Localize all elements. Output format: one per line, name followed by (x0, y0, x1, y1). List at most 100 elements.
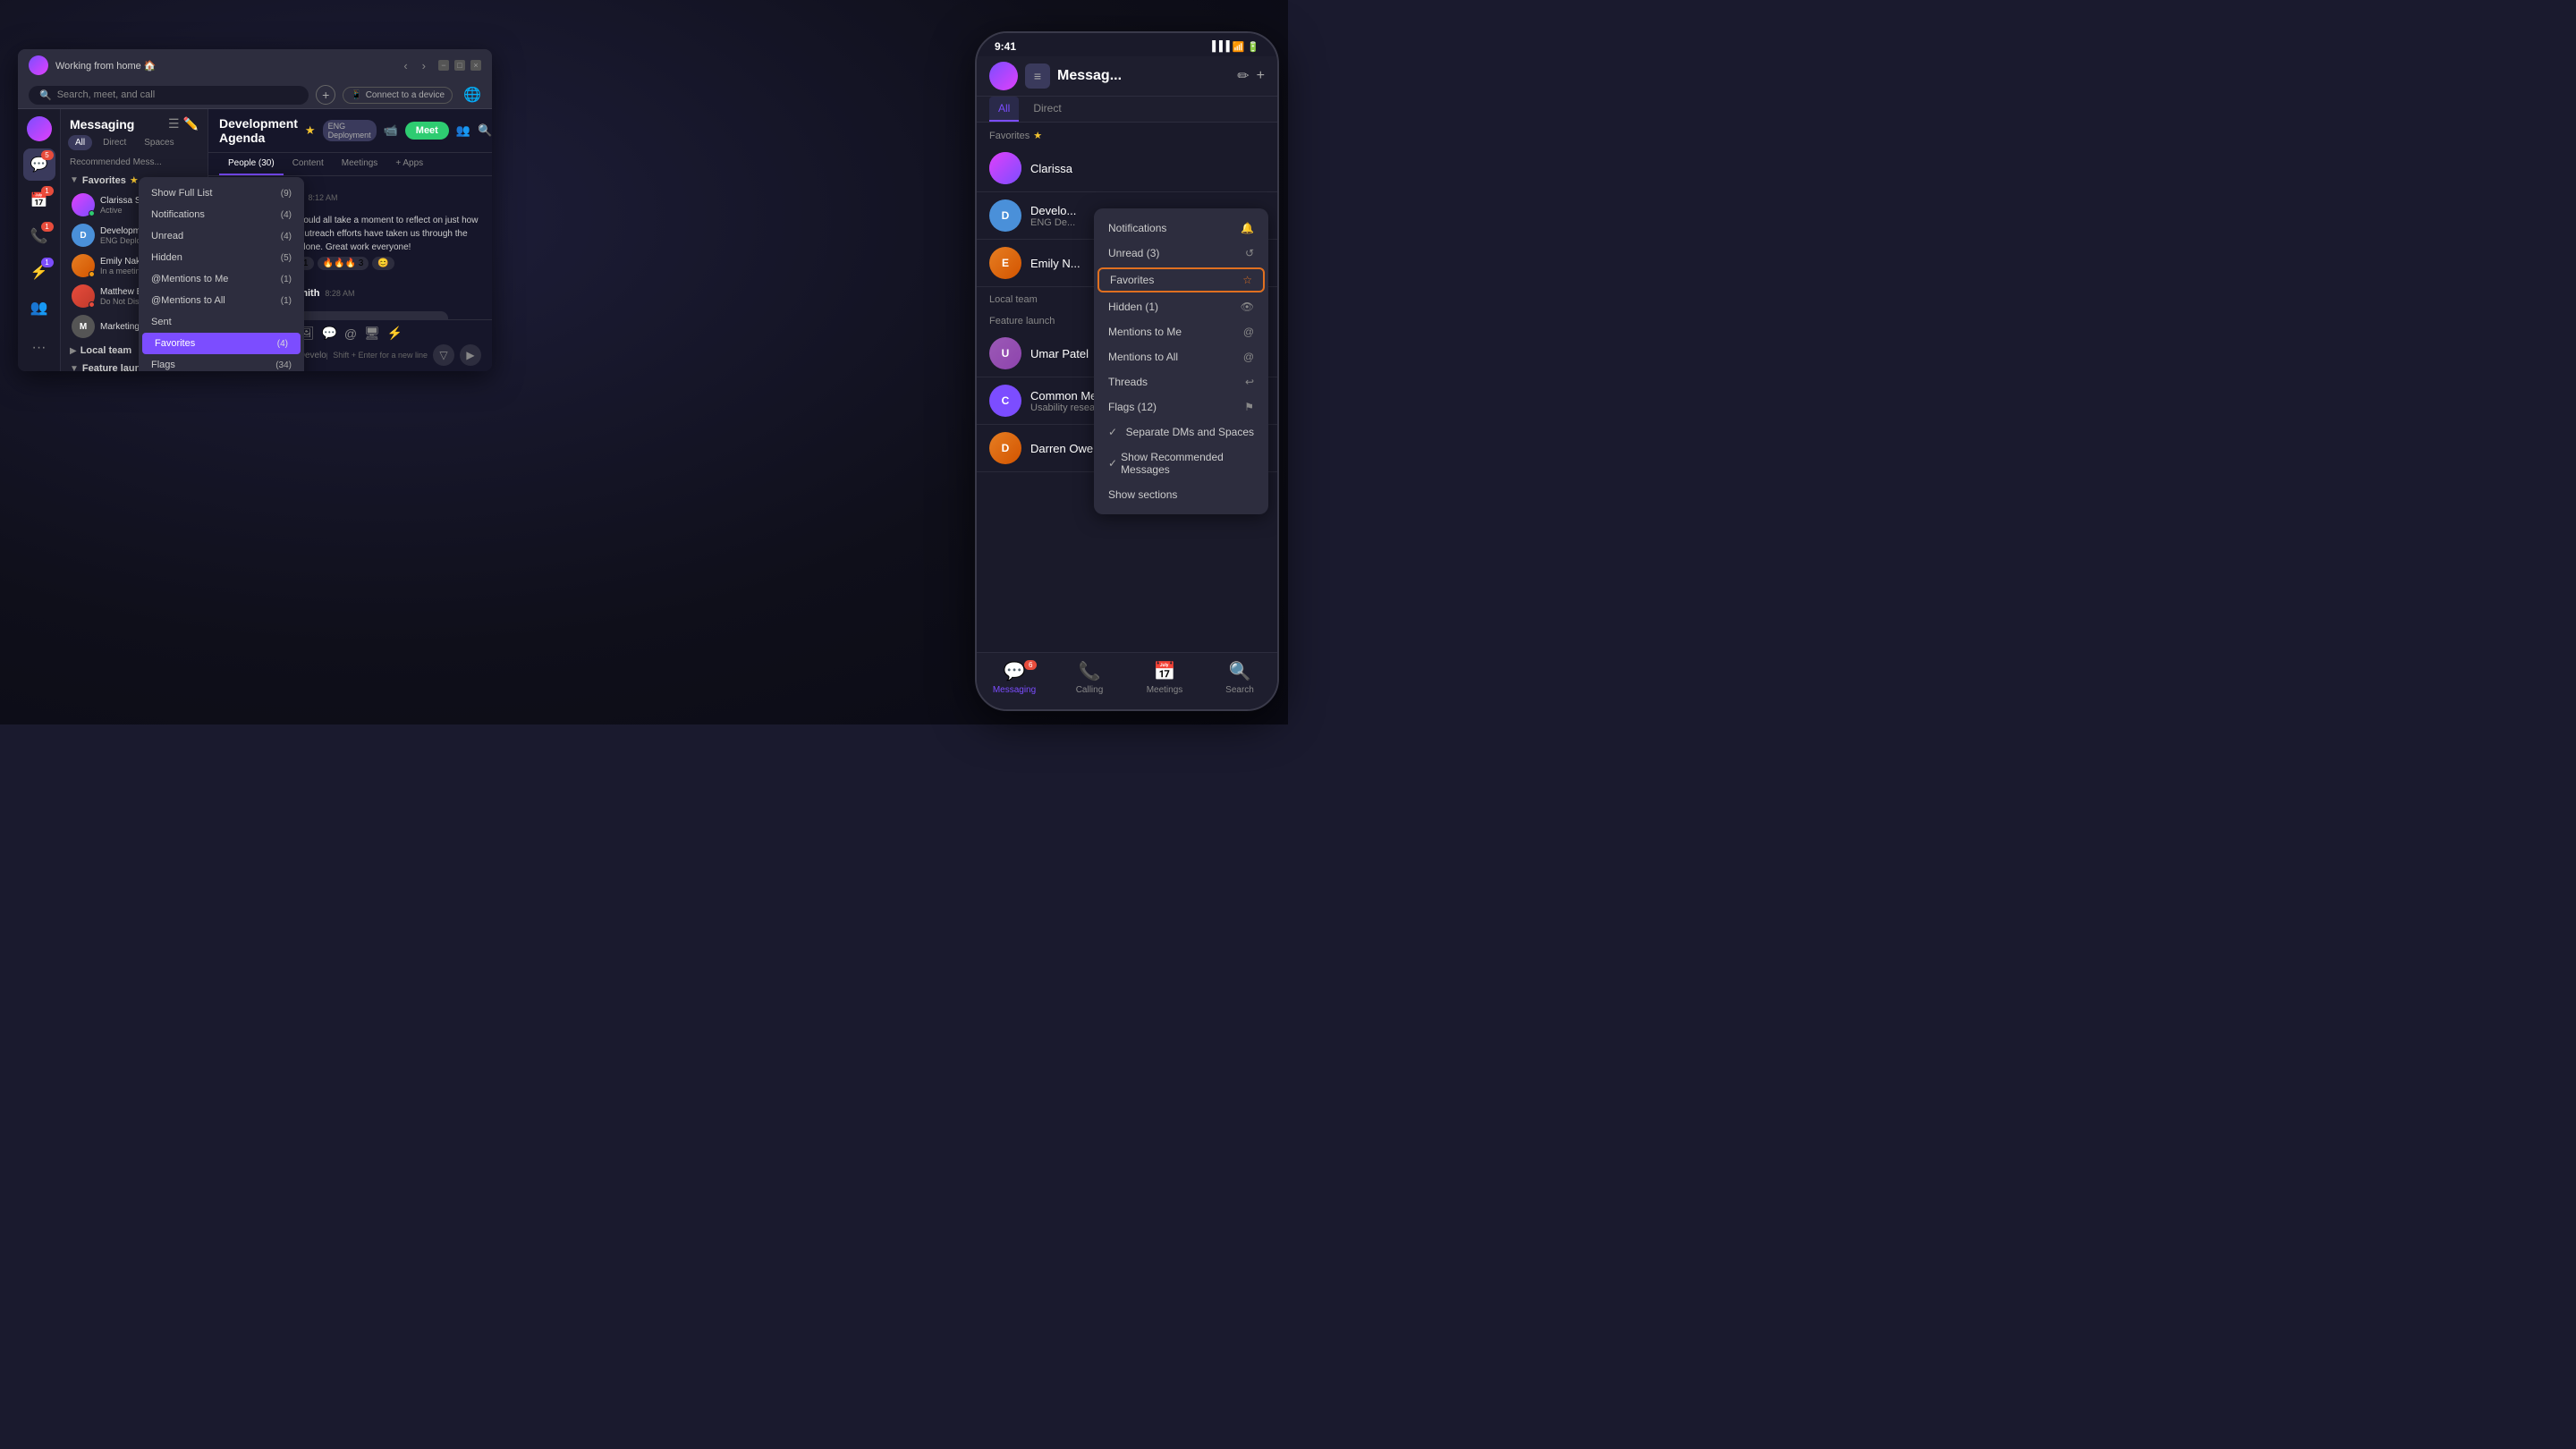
mobile-nav-search[interactable]: 🔍 Search (1202, 660, 1277, 695)
mobile-nav-meetings[interactable]: 📅 Meetings (1127, 660, 1202, 695)
dropdown-mentions-all[interactable]: @Mentions to All (1) (139, 290, 304, 311)
shift-hint: Shift + Enter for a new line (333, 351, 428, 360)
search-chat-icon[interactable]: 🔍 (478, 123, 492, 138)
mobile-clarissa-avatar (989, 152, 1021, 184)
mobile-feature-text: Feature launch (989, 316, 1055, 326)
mentions-me-label: @Mentions to Me (151, 274, 228, 284)
dropdown-mentions-me[interactable]: @Mentions to Me (1) (139, 268, 304, 290)
mobile-dd-notifications[interactable]: Notifications 🔔 (1094, 216, 1268, 241)
mobile-app-title: Messag... (1057, 68, 1230, 84)
subtab-apps[interactable]: + Apps (386, 153, 432, 175)
mobile-unread-icon: ↺ (1245, 247, 1254, 259)
window-controls: − □ × (438, 60, 481, 71)
marketing-avatar: M (72, 315, 95, 338)
subtab-content[interactable]: Content (284, 153, 333, 175)
mobile-dd-flags[interactable]: Flags (12) ⚑ (1094, 394, 1268, 419)
mobile-edit-icon[interactable]: ✏ (1237, 67, 1249, 85)
status-dot-active (89, 210, 95, 216)
mobile-dd-mentions-all[interactable]: Mentions to All @ (1094, 344, 1268, 369)
user-avatar[interactable] (27, 116, 52, 141)
connect-device-btn[interactable]: 📱 Connect to a device (343, 87, 453, 104)
desktop-app: Working from home 🏠 ‹ › − □ × 🔍 Search, … (18, 49, 492, 371)
mobile-flags-label: Flags (12) (1108, 401, 1157, 413)
compose-icon[interactable]: ✏️ (183, 116, 199, 131)
rail-messaging[interactable]: 💬 5 (23, 148, 55, 181)
chat-header: Development Agenda ★ ENG Deployment 📹 Me… (208, 109, 492, 153)
mobile-common-avatar: C (989, 385, 1021, 417)
new-chat-btn[interactable]: + (316, 85, 335, 105)
sidebar-tabs: All Direct Spaces (61, 135, 208, 150)
title-bar: Working from home 🏠 ‹ › − □ × (18, 49, 492, 81)
meet-button[interactable]: Meet (405, 122, 449, 140)
screen-share-icon[interactable]: 🖥 (364, 326, 380, 341)
mobile-user-avatar[interactable] (989, 62, 1018, 90)
dropdown-flags[interactable]: Flags (34) (139, 354, 304, 371)
mobile-tab-all[interactable]: All (989, 97, 1019, 122)
messaging-badge: 5 (41, 150, 54, 160)
mobile-search-label: Search (1225, 685, 1254, 695)
more-tools-icon[interactable]: ⚡ (387, 326, 402, 341)
mobile-dd-favorites[interactable]: Favorites ☆ (1097, 267, 1265, 292)
rail-calendar[interactable]: 📅 1 (23, 184, 55, 216)
mobile-app: 9:41 ▐▐▐ 📶 🔋 ≡ Messag... ✏ + All Direct … (975, 31, 1279, 711)
participants-icon[interactable]: 👥 (456, 123, 470, 138)
rail-teams[interactable]: 👥 (23, 292, 55, 324)
mobile-icon-btn[interactable]: ≡ (1025, 64, 1050, 89)
dropdown-unread[interactable]: Unread (4) (139, 225, 304, 247)
maximize-btn[interactable]: □ (454, 60, 465, 71)
dropdown-hidden[interactable]: Hidden (5) (139, 247, 304, 268)
feature-launch-arrow: ▼ (70, 364, 79, 372)
show-full-label: Show Full List (151, 188, 212, 199)
forward-btn[interactable]: › (417, 57, 431, 74)
subtab-meetings[interactable]: Meetings (333, 153, 387, 175)
video-icon[interactable]: 📹 (384, 123, 398, 138)
mobile-dd-recommended[interactable]: ✓ Show Recommended Messages (1094, 445, 1268, 482)
filter-icon[interactable]: ☰ (168, 116, 180, 131)
title-bar-avatar (29, 55, 48, 75)
mobile-dd-hidden[interactable]: Hidden (1) 👁 (1094, 294, 1268, 319)
mobile-flags-icon: ⚑ (1244, 401, 1254, 413)
show-full-count: (9) (281, 189, 292, 199)
search-input-wrap[interactable]: 🔍 Search, meet, and call (29, 86, 309, 105)
dropdown-favorites[interactable]: Favorites (4) (142, 333, 301, 354)
rail-more[interactable]: ··· (23, 332, 55, 364)
dropdown-sent[interactable]: Sent (139, 311, 304, 333)
mobile-compose-icon[interactable]: + (1257, 68, 1265, 84)
sticker-icon[interactable]: 💬 (321, 326, 336, 341)
tab-direct[interactable]: Direct (96, 135, 133, 150)
rail-calls[interactable]: 📞 1 (23, 220, 55, 252)
search-placeholder: Search, meet, and call (57, 89, 155, 100)
mobile-nav-messaging[interactable]: 💬 Messaging 6 (977, 660, 1052, 695)
mobile-dd-mentions-me[interactable]: Mentions to Me @ (1094, 319, 1268, 344)
mobile-dd-separate-dms[interactable]: ✓ Separate DMs and Spaces (1094, 419, 1268, 445)
tab-all[interactable]: All (68, 135, 92, 150)
mobile-at-all-icon: @ (1243, 351, 1254, 363)
send-btn[interactable]: ▶ (460, 344, 481, 366)
rail-activity[interactable]: ⚡ 1 (23, 256, 55, 288)
mobile-threads-label: Threads (1108, 376, 1148, 388)
mobile-dd-sections[interactable]: Show sections (1094, 482, 1268, 507)
dropdown-show-full[interactable]: Show Full List (9) (139, 182, 304, 204)
reaction-fire[interactable]: 🔥🔥🔥 3 (318, 257, 369, 270)
tab-spaces[interactable]: Spaces (137, 135, 181, 150)
dropdown-notifications[interactable]: Notifications (4) (139, 204, 304, 225)
list-item[interactable]: Clarissa (977, 145, 1277, 192)
mobile-messaging-icon: 💬 (1004, 660, 1026, 682)
mobile-favorites-section-label: Favorites ★ (977, 123, 1277, 145)
mobile-dd-threads[interactable]: Threads ↩ (1094, 369, 1268, 394)
mobile-nav-calling[interactable]: 📞 Calling (1052, 660, 1127, 695)
reaction-add[interactable]: 😊 (372, 257, 394, 270)
local-team-label: Local team (80, 345, 131, 356)
mentions-all-label: @Mentions to All (151, 295, 225, 306)
mobile-tab-direct[interactable]: Direct (1024, 97, 1070, 122)
minimize-btn[interactable]: − (438, 60, 449, 71)
app-title: Working from home 🏠 (55, 60, 391, 72)
activity-badge: 1 (41, 258, 54, 267)
filter-dropdown: Show Full List (9) Notifications (4) Unr… (139, 177, 304, 371)
subtab-people[interactable]: People (30) (219, 153, 284, 175)
mobile-dd-unread[interactable]: Unread (3) ↺ (1094, 241, 1268, 266)
back-btn[interactable]: ‹ (398, 57, 412, 74)
close-btn[interactable]: × (470, 60, 481, 71)
send-arrow-btn[interactable]: ▽ (433, 344, 454, 366)
mention-icon[interactable]: @ (344, 326, 357, 341)
